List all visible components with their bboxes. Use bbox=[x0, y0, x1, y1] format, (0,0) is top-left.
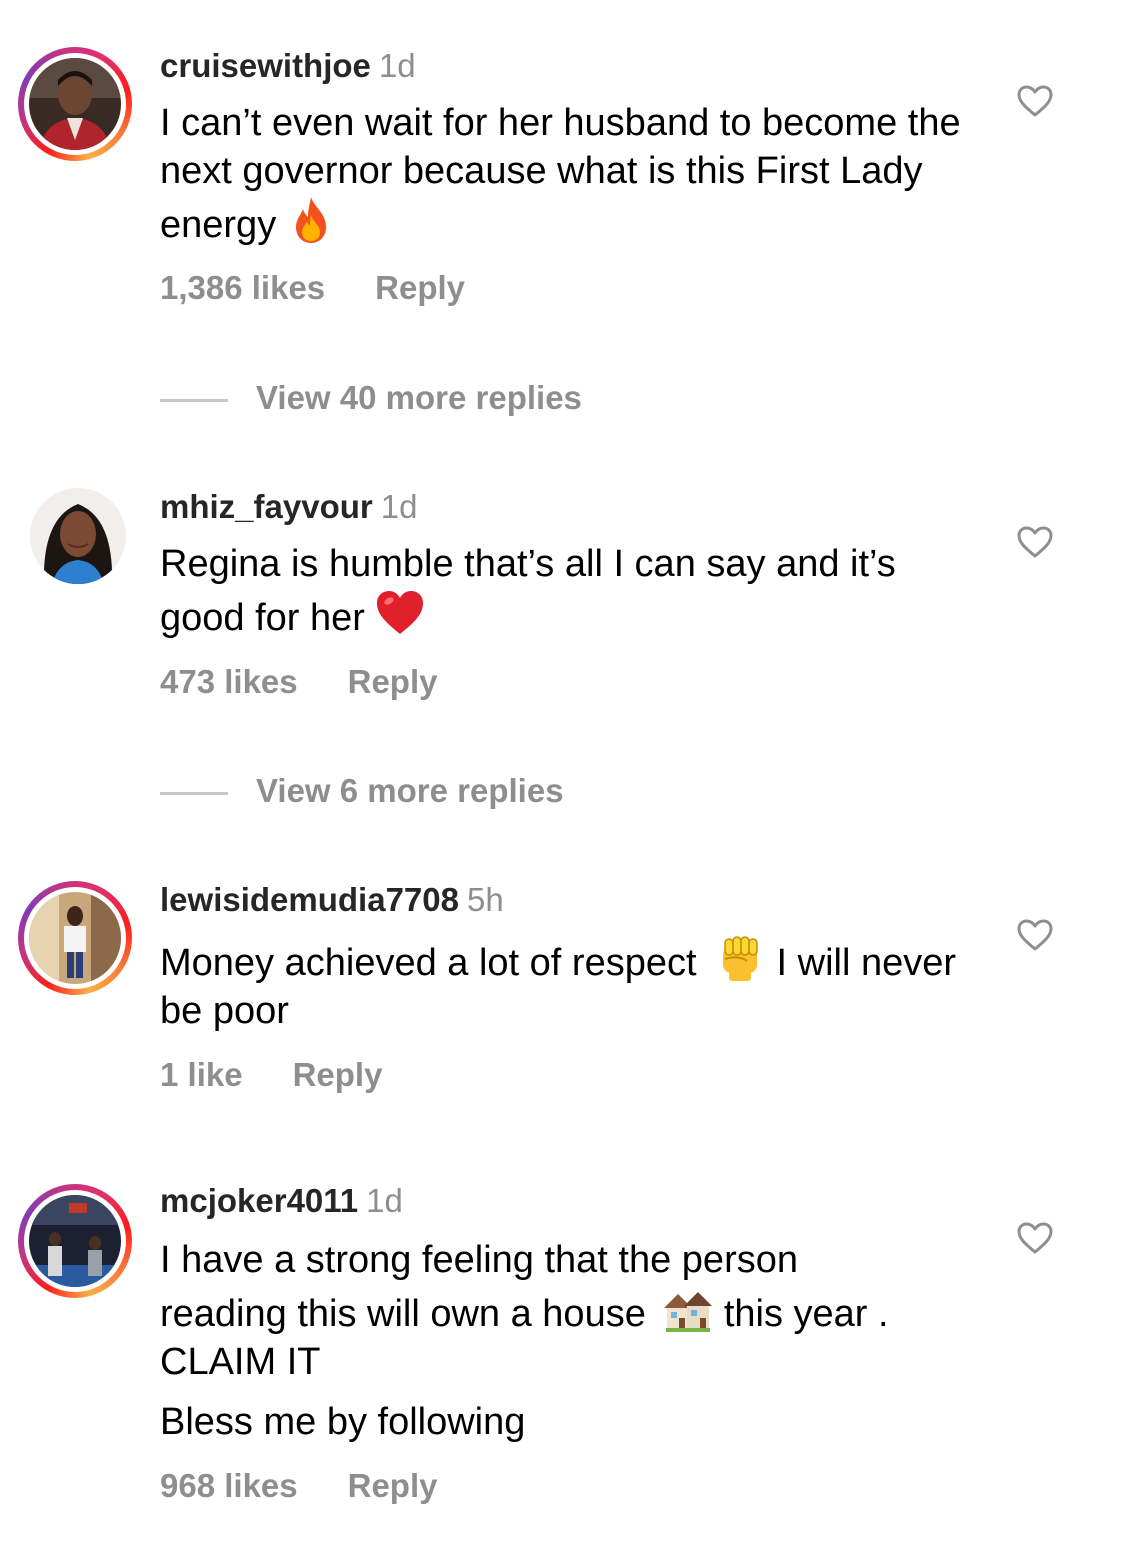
view-replies-label: View 6 more replies bbox=[256, 772, 564, 809]
view-replies-label: View 40 more replies bbox=[256, 379, 582, 416]
comment-username[interactable]: lewisidemudia7708 bbox=[160, 881, 459, 918]
comment-actions: 968 likes Reply bbox=[160, 1466, 438, 1506]
like-heart-icon[interactable] bbox=[1016, 1221, 1054, 1255]
avatar-story-ring[interactable] bbox=[18, 47, 132, 161]
raised-fist-emoji-icon bbox=[715, 933, 765, 981]
comment-text: Money achieved a lot of respect I will ne… bbox=[160, 933, 960, 1035]
likes-count[interactable]: 1,386 likes bbox=[160, 269, 325, 306]
comment-username[interactable]: mhiz_fayvour bbox=[160, 488, 373, 525]
comment-header: cruisewithjoe 1d bbox=[160, 46, 416, 86]
comment-text-line: Regina is humble that’s all I can say an… bbox=[160, 543, 896, 639]
comment-text: I have a strong feeling that the person … bbox=[160, 1236, 920, 1446]
likes-count[interactable]: 968 likes bbox=[160, 1467, 298, 1504]
avatar-story-ring[interactable] bbox=[18, 1184, 132, 1298]
divider-line bbox=[160, 398, 228, 402]
fire-emoji-icon bbox=[286, 195, 336, 243]
avatar bbox=[29, 892, 121, 984]
like-heart-icon[interactable] bbox=[1016, 918, 1054, 952]
comment-username[interactable]: cruisewithjoe bbox=[160, 47, 371, 84]
comment-header: mcjoker4011 1d bbox=[160, 1181, 403, 1221]
like-heart-icon[interactable] bbox=[1016, 525, 1054, 559]
avatar bbox=[29, 58, 121, 150]
comment-timestamp: 5h bbox=[466, 881, 504, 918]
comment-text: I can’t even wait for her husband to bec… bbox=[160, 99, 980, 249]
likes-count[interactable]: 1 like bbox=[160, 1056, 243, 1093]
reply-button[interactable]: Reply bbox=[348, 1467, 438, 1504]
comment-actions: 1,386 likes Reply bbox=[160, 268, 465, 308]
comment-text-line: I can’t even wait for her husband to bec… bbox=[160, 102, 961, 246]
comment-actions: 473 likes Reply bbox=[160, 662, 438, 702]
reply-button[interactable]: Reply bbox=[293, 1056, 383, 1093]
comment-timestamp: 1d bbox=[378, 47, 416, 84]
comment-header: mhiz_fayvour 1d bbox=[160, 487, 417, 527]
divider-line bbox=[160, 791, 228, 795]
view-more-replies-button[interactable]: View 6 more replies bbox=[160, 771, 564, 811]
avatar-container[interactable] bbox=[18, 476, 132, 590]
comment-text: Regina is humble that’s all I can say an… bbox=[160, 540, 960, 642]
view-more-replies-button[interactable]: View 40 more replies bbox=[160, 378, 582, 418]
comment-header: lewisidemudia7708 5h bbox=[160, 880, 504, 920]
avatar bbox=[29, 1195, 121, 1287]
comment-text-line: Bless me by following bbox=[160, 1401, 526, 1443]
comment-timestamp: 1d bbox=[380, 488, 418, 525]
reply-button[interactable]: Reply bbox=[348, 663, 438, 700]
comment-actions: 1 like Reply bbox=[160, 1055, 382, 1095]
comment-username[interactable]: mcjoker4011 bbox=[160, 1182, 358, 1219]
comment-text-part: Money achieved a lot of respect bbox=[160, 942, 697, 984]
comment-timestamp: 1d bbox=[366, 1182, 403, 1219]
avatar-story-ring[interactable] bbox=[18, 881, 132, 995]
houses-emoji-icon bbox=[662, 1284, 712, 1332]
like-heart-icon[interactable] bbox=[1016, 84, 1054, 118]
reply-button[interactable]: Reply bbox=[375, 269, 465, 306]
avatar bbox=[30, 488, 126, 584]
likes-count[interactable]: 473 likes bbox=[160, 663, 298, 700]
red-heart-emoji-icon bbox=[375, 588, 425, 634]
